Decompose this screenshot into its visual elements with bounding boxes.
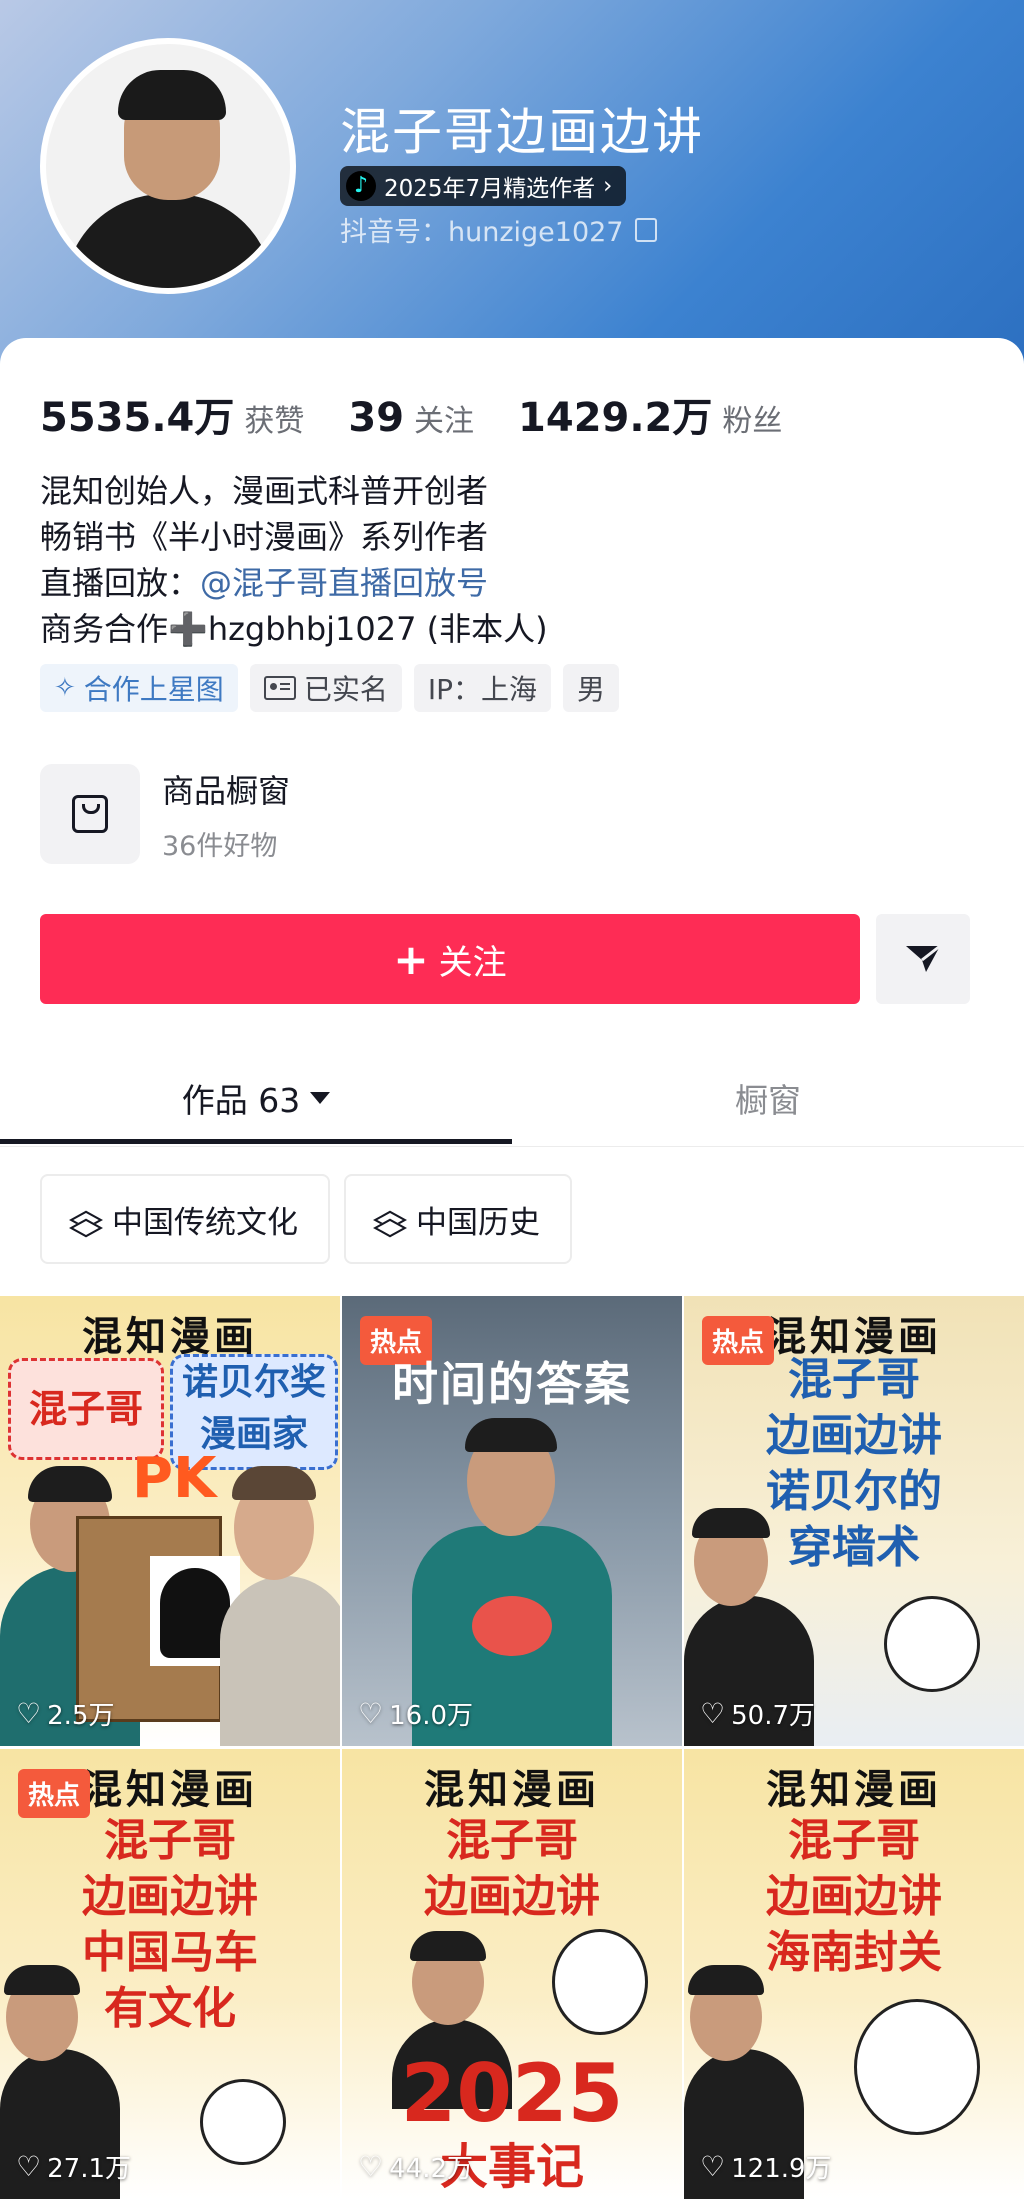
plus-icon: + xyxy=(393,934,429,984)
star-map-icon: ✧ xyxy=(54,673,76,703)
share-button[interactable] xyxy=(876,914,970,1004)
thumbnail-brand: 混知漫画 xyxy=(424,1767,600,1813)
copy-icon[interactable] xyxy=(635,217,658,242)
profile-name: 混子哥边画边讲 xyxy=(340,103,704,161)
video-grid: 混知漫画 混子哥 诺贝尔奖 漫画家 PK ♡ 2.5万 热点 时间的答案 ♡ 16.… xyxy=(0,1296,1024,2199)
cartoon-sketch xyxy=(200,2079,286,2165)
heart-icon: ♡ xyxy=(358,1697,384,1730)
video-thumbnail[interactable]: 混知漫画 热点 混子哥 边画边讲 诺贝尔的 穿墙术 ♡ 50.7万 xyxy=(684,1296,1024,1746)
thumbnail-text: 混子哥 xyxy=(788,1815,920,1866)
avatar[interactable] xyxy=(40,38,296,294)
gender-tag: 男 xyxy=(562,664,619,712)
thumbnail-text: PK xyxy=(132,1446,217,1511)
bio-line: 商务合作➕hzgbhbj1027 (非本人) xyxy=(40,610,548,648)
thumbnail-text: 混子哥 xyxy=(788,1354,920,1405)
mention-link[interactable]: @混子哥直播回放号 xyxy=(200,564,488,602)
likes-label: 获赞 xyxy=(244,404,305,439)
douyin-id[interactable]: 抖音号：hunzige1027 xyxy=(340,210,658,249)
profile-tags: ✧ 合作上星图 已实名 IP：上海 男 xyxy=(40,664,619,712)
like-count: ♡ 50.7万 xyxy=(700,1697,816,1731)
profile-header: 混子哥边画边讲 ♪ 2025年7月精选作者 › 抖音号：hunzige1027 xyxy=(0,0,1024,380)
shop-subtitle: 36件好物 xyxy=(162,830,278,862)
cartoon-sketch xyxy=(854,1999,980,2135)
badge-label: 2025年7月精选作者 xyxy=(384,176,596,202)
bio-line: 畅销书《半小时漫画》系列作者 xyxy=(40,518,489,556)
collections-row: 中国传统文化 中国历史 xyxy=(40,1174,572,1264)
ip-tag: IP：上海 xyxy=(413,664,551,712)
follow-button[interactable]: + 关注 xyxy=(40,914,860,1004)
active-tab-indicator xyxy=(0,1139,512,1144)
content-tabs: 作品 63 橱窗 xyxy=(0,1050,1024,1147)
heart-icon: ♡ xyxy=(16,2150,42,2183)
stats-row: 5535.4万 获赞 39 关注 1429.2万 粉丝 xyxy=(40,385,826,443)
heart-icon: ♡ xyxy=(358,2150,384,2183)
bio-line: 直播回放：@混子哥直播回放号 xyxy=(40,564,489,602)
bio-line: 混知创始人，漫画式科普开创者 xyxy=(40,472,489,510)
thumbnail-text: 边画边讲 xyxy=(82,1871,258,1922)
heart-icon: ♡ xyxy=(16,1697,42,1730)
presenter-figure xyxy=(402,1396,622,1746)
send-icon xyxy=(906,944,941,972)
heart-icon: ♡ xyxy=(700,1697,726,1730)
video-thumbnail[interactable]: 混知漫画 热点 混子哥 边画边讲 中国马车 有文化 ♡ 27.1万 xyxy=(0,1749,340,2199)
bio: 混知创始人，漫画式科普开创者 畅销书《半小时漫画》系列作者 直播回放：@混子哥直… xyxy=(40,468,548,652)
followers-count[interactable]: 1429.2万 xyxy=(518,385,712,443)
star-map-tag[interactable]: ✧ 合作上星图 xyxy=(40,664,238,712)
tab-shop-window[interactable]: 橱窗 xyxy=(512,1050,1024,1146)
thumbnail-text: 混子哥 xyxy=(446,1815,578,1866)
thumbnail-text: 边画边讲 xyxy=(766,1871,942,1922)
following-label: 关注 xyxy=(414,404,475,439)
likes-count[interactable]: 5535.4万 xyxy=(40,385,234,443)
video-thumbnail[interactable]: 热点 时间的答案 ♡ 16.0万 xyxy=(342,1296,682,1746)
like-count: ♡ 44.2万 xyxy=(358,2150,474,2184)
tab-works[interactable]: 作品 63 xyxy=(0,1050,512,1146)
cartoon-sketch xyxy=(552,1929,648,2035)
shop-title: 商品橱窗 xyxy=(162,771,291,810)
thumbnail-text: 混子哥 xyxy=(104,1815,236,1866)
layers-icon xyxy=(373,1206,407,1238)
verified-tag[interactable]: 已实名 xyxy=(249,664,402,712)
like-count: ♡ 121.9万 xyxy=(700,2150,832,2184)
like-count: ♡ 27.1万 xyxy=(16,2150,132,2184)
collection-chip[interactable]: 中国传统文化 xyxy=(40,1174,330,1264)
guest-figure xyxy=(210,1436,340,1746)
like-count: ♡ 16.0万 xyxy=(358,1697,474,1731)
shopping-bag-icon xyxy=(40,764,140,864)
video-thumbnail[interactable]: 混知漫画 混子哥 边画边讲 海南封关 ♡ 121.9万 xyxy=(684,1749,1024,2199)
video-thumbnail[interactable]: 混知漫画 混子哥 诺贝尔奖 漫画家 PK ♡ 2.5万 xyxy=(0,1296,340,1746)
id-card-icon xyxy=(263,676,296,700)
douyin-logo-icon: ♪ xyxy=(346,171,376,201)
followers-label: 粉丝 xyxy=(722,404,783,439)
like-count: ♡ 2.5万 xyxy=(16,1697,115,1731)
creator-badge[interactable]: ♪ 2025年7月精选作者 › xyxy=(340,166,627,206)
hot-badge: 热点 xyxy=(18,1769,91,1818)
following-count[interactable]: 39 xyxy=(348,395,404,441)
heart-icon: ♡ xyxy=(700,2150,726,2183)
chevron-right-icon: › xyxy=(603,173,613,199)
collection-chip[interactable]: 中国历史 xyxy=(344,1174,572,1264)
cartoon-sketch xyxy=(884,1596,980,1692)
video-thumbnail[interactable]: 混知漫画 混子哥 边画边讲 2025 大事记 ♡ 44.2万 xyxy=(342,1749,682,2199)
layers-icon xyxy=(69,1206,103,1238)
thumbnail-text: 2025 xyxy=(400,2047,624,2140)
shop-window-entry[interactable]: 商品橱窗 36件好物 xyxy=(40,764,290,864)
thumbnail-brand: 混知漫画 xyxy=(766,1767,942,1813)
caret-down-icon xyxy=(310,1092,331,1104)
